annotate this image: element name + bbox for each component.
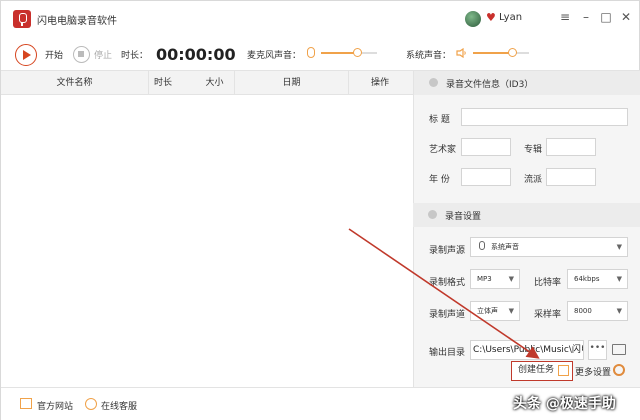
mic-volume-knob[interactable] [353,48,362,57]
create-task-label: 创建任务 [518,365,555,375]
website-link[interactable]: 官方网站 [37,399,73,412]
app-window: 闪电电脑录音软件 ♥ Lyan ≡ – □ ✕ 开始 停止 时长： 00:00:… [0,0,640,420]
chevron-down-icon: ▼ [508,307,514,315]
album-label: 专辑 [524,145,543,155]
genre-field[interactable] [546,168,596,186]
maximize-button[interactable]: □ [599,10,613,24]
output-path-field[interactable]: C:\Users\Public\Music\闪电 [470,340,584,360]
title-bar: 闪电电脑录音软件 ♥ Lyan ≡ – □ ✕ [1,1,640,37]
source-label: 录制声源 [429,246,466,256]
format-value: MP3 [477,275,492,283]
album-field[interactable] [546,138,596,156]
artist-field[interactable] [461,138,511,156]
title-label: 标 题 [429,115,450,125]
duration-label: 时长： [121,51,149,61]
microphone-icon [479,241,485,250]
browse-button[interactable]: ••• [588,340,607,360]
system-volume-knob[interactable] [508,48,517,57]
stop-record-button[interactable] [73,46,90,63]
artist-label: 艺术家 [429,145,457,155]
column-file-name[interactable]: 文件名称 [1,71,149,95]
start-label[interactable]: 开始 [45,48,63,61]
help-icon [85,398,97,410]
online-support-link[interactable]: 在线客服 [101,399,137,412]
section-icon [429,78,438,87]
stop-label[interactable]: 停止 [94,48,112,61]
close-button[interactable]: ✕ [619,10,633,24]
year-field[interactable] [461,168,511,186]
user-name[interactable]: Lyan [499,12,522,23]
task-list-icon[interactable] [558,365,569,376]
year-label: 年 份 [429,175,450,185]
folder-icon[interactable] [612,344,626,355]
record-settings-header: 录音设置 [413,203,640,227]
column-duration[interactable]: 时长 [149,71,177,95]
id3-section-header: 录音文件信息（ID3） [414,71,640,95]
bitrate-label: 比特率 [534,278,562,288]
samplerate-select[interactable]: 8000 ▼ [567,301,628,321]
column-size[interactable]: 大小 [195,71,235,95]
avatar[interactable] [465,11,481,27]
column-date[interactable]: 日期 [235,71,349,95]
duration-timer: 00:00:00 [156,45,236,64]
file-table-header: 文件名称 时长 大小 日期 操作 [1,71,413,95]
toolbar: 开始 停止 时长： 00:00:00 麦克风声音： 系统声音： [1,37,640,71]
chevron-down-icon: ▼ [616,243,622,251]
format-select[interactable]: MP3 ▼ [470,269,520,289]
id3-section-title: 录音文件信息（ID3） [446,80,534,90]
section-icon [428,210,437,219]
speaker-icon [456,48,466,58]
channel-value: 立体声 [477,307,498,315]
microphone-logo-icon [13,10,31,28]
chevron-down-icon: ▼ [508,275,514,283]
menu-icon[interactable]: ≡ [558,10,572,24]
channel-select[interactable]: 立体声 ▼ [470,301,520,321]
format-label: 录制格式 [429,278,466,288]
source-value: 系统声音 [491,243,519,251]
file-list[interactable] [1,95,413,387]
minimize-button[interactable]: – [579,10,593,24]
samplerate-label: 采样率 [534,310,562,320]
mic-volume-label: 麦克风声音： [247,51,302,61]
start-record-button[interactable] [15,44,37,66]
chevron-down-icon: ▼ [616,275,622,283]
title-field[interactable] [461,108,628,126]
chevron-down-icon: ▼ [616,307,622,315]
samplerate-value: 8000 [574,307,592,315]
channel-label: 录制声道 [429,310,466,320]
system-volume-label: 系统声音： [406,51,452,61]
record-settings-title: 录音设置 [445,212,482,222]
gear-icon[interactable] [613,364,625,376]
genre-label: 流派 [524,175,543,185]
monitor-icon [20,398,32,409]
bitrate-select[interactable]: 64kbps ▼ [567,269,628,289]
column-actions[interactable]: 操作 [349,71,411,95]
source-select[interactable]: 系统声音 ▼ [470,237,628,257]
watermark: 头条 @极速手助 [513,396,616,412]
system-volume-slider[interactable] [473,48,529,57]
mic-volume-slider[interactable] [321,48,377,57]
output-dir-label: 输出目录 [429,348,466,358]
app-title: 闪电电脑录音软件 [37,16,117,27]
more-settings-link[interactable]: 更多设置 [575,365,611,378]
heart-icon: ♥ [486,11,496,24]
microphone-icon [307,47,315,58]
bitrate-value: 64kbps [574,275,600,283]
